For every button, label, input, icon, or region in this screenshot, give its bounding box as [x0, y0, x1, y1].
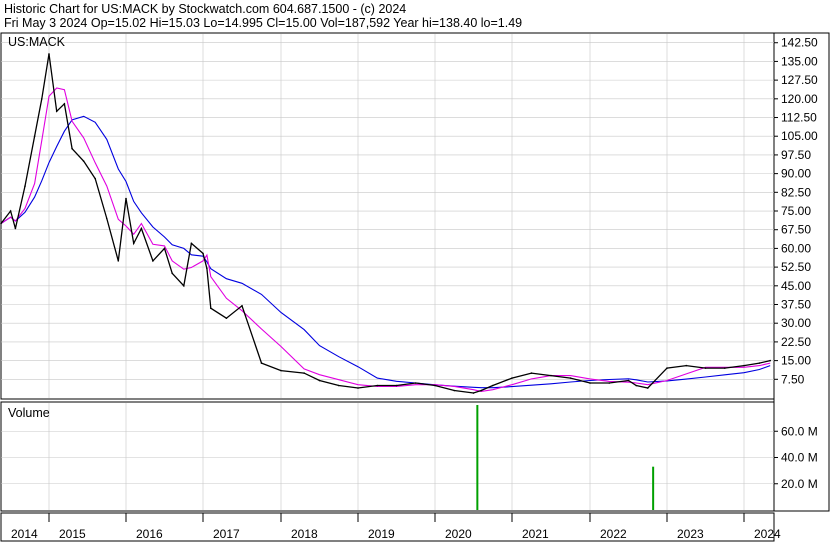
price-panel-title: US:MACK — [8, 35, 66, 49]
price-point — [41, 98, 43, 100]
price-point — [117, 260, 120, 262]
price-point — [769, 359, 771, 362]
price-point — [63, 103, 66, 105]
price-point — [472, 392, 475, 394]
price-point — [666, 367, 668, 369]
price-point — [280, 369, 282, 372]
price-point — [14, 227, 17, 230]
x-tick-label: 2015 — [59, 527, 86, 541]
x-tick-label: 2021 — [522, 527, 549, 541]
price-point — [646, 387, 649, 389]
price-y-tick-label: 105.00 — [781, 129, 818, 143]
x-tick-label: 2018 — [291, 527, 318, 541]
volume-bar — [652, 466, 655, 510]
x-tick-label: 2023 — [677, 527, 704, 541]
price-y-tick-label: 7.50 — [781, 372, 805, 386]
price-y-tick-label: 30.00 — [781, 316, 811, 330]
price-point — [140, 227, 143, 230]
price-point — [206, 267, 208, 270]
x-tick-label: 2019 — [368, 527, 395, 541]
price-point — [569, 377, 572, 379]
volume-panel-frame — [0, 401, 775, 512]
price-y-tick-label: 52.50 — [781, 260, 811, 274]
price-point — [241, 304, 243, 307]
price-y-tick-label: 97.50 — [781, 148, 811, 162]
price-y-tick-label: 67.50 — [781, 223, 811, 237]
price-point — [453, 389, 456, 392]
price-point — [704, 367, 707, 369]
price-point — [182, 285, 185, 287]
price-point — [627, 379, 630, 382]
price-point — [318, 379, 321, 382]
price-point — [132, 242, 135, 245]
price-y-tick-label: 127.50 — [781, 73, 818, 87]
price-point — [491, 384, 494, 387]
price-point — [414, 382, 417, 384]
price-point — [589, 382, 591, 384]
x-tick-label: 2016 — [136, 527, 163, 541]
price-point — [511, 377, 513, 379]
volume-y-tick-label: 20.0 M — [781, 477, 818, 491]
price-point — [723, 367, 726, 369]
price-y-tick-label: 37.50 — [781, 298, 811, 312]
price-y-tick-label: 120.00 — [781, 92, 818, 106]
price-point — [48, 53, 50, 55]
price-point — [260, 362, 263, 364]
price-point — [94, 177, 96, 180]
price-point — [395, 384, 398, 387]
stock-chart: 142.50 135.00 127.50 120.00 112.50 105.00 97.5… — [0, 32, 830, 542]
volume-y-tick-label: 60.0 M — [781, 424, 818, 438]
price-point — [608, 382, 611, 384]
price-y-tick-label: 22.50 — [781, 335, 811, 349]
price-y-tick-label: 142.50 — [781, 36, 818, 50]
price-point — [55, 110, 58, 113]
price-point — [33, 135, 36, 138]
price-point — [82, 160, 85, 162]
price-y-tick-label: 60.00 — [781, 241, 811, 255]
price-y-tick-label: 45.00 — [781, 279, 811, 293]
x-tick-label: 2014 — [11, 527, 38, 541]
price-y-tick-label: 90.00 — [781, 167, 811, 181]
price-point — [202, 252, 204, 255]
volume-bar — [476, 405, 479, 510]
x-tick-label: 2022 — [600, 527, 627, 541]
price-point — [434, 384, 436, 387]
price-point — [376, 384, 379, 387]
x-tick-label: 2017 — [213, 527, 240, 541]
price-point — [743, 364, 745, 367]
price-y-tick-label: 135.00 — [781, 54, 818, 68]
price-y-tick-label: 112.50 — [781, 111, 817, 125]
price-y-tick-label: 82.50 — [781, 185, 811, 199]
price-point — [480, 389, 483, 392]
price-y-tick-label: 15.00 — [781, 354, 811, 368]
moving-average-line — [0, 87, 771, 392]
price-point — [635, 384, 637, 387]
price-point — [758, 362, 761, 364]
price-point — [550, 374, 552, 377]
price-point — [303, 372, 305, 374]
volume-y-tick-label: 40.0 M — [781, 451, 818, 465]
price-point — [0, 222, 2, 225]
price-point — [105, 217, 108, 220]
price-point — [190, 242, 193, 245]
price-point — [685, 364, 688, 367]
price-point — [71, 147, 73, 150]
price-point — [530, 372, 533, 374]
price-point — [357, 387, 359, 389]
price-point — [24, 185, 26, 187]
price-point — [171, 272, 173, 275]
price-point — [9, 210, 12, 212]
price-point — [152, 260, 154, 262]
x-tick-label: 2024 — [754, 527, 781, 541]
price-y-tick-label: 75.00 — [781, 204, 811, 218]
price-point — [337, 384, 340, 387]
x-tick-label: 2020 — [445, 527, 472, 541]
price-point — [125, 197, 127, 200]
price-point — [163, 247, 166, 250]
volume-panel-title: Volume — [8, 406, 50, 420]
price-point — [210, 307, 212, 310]
price-point — [225, 317, 228, 320]
